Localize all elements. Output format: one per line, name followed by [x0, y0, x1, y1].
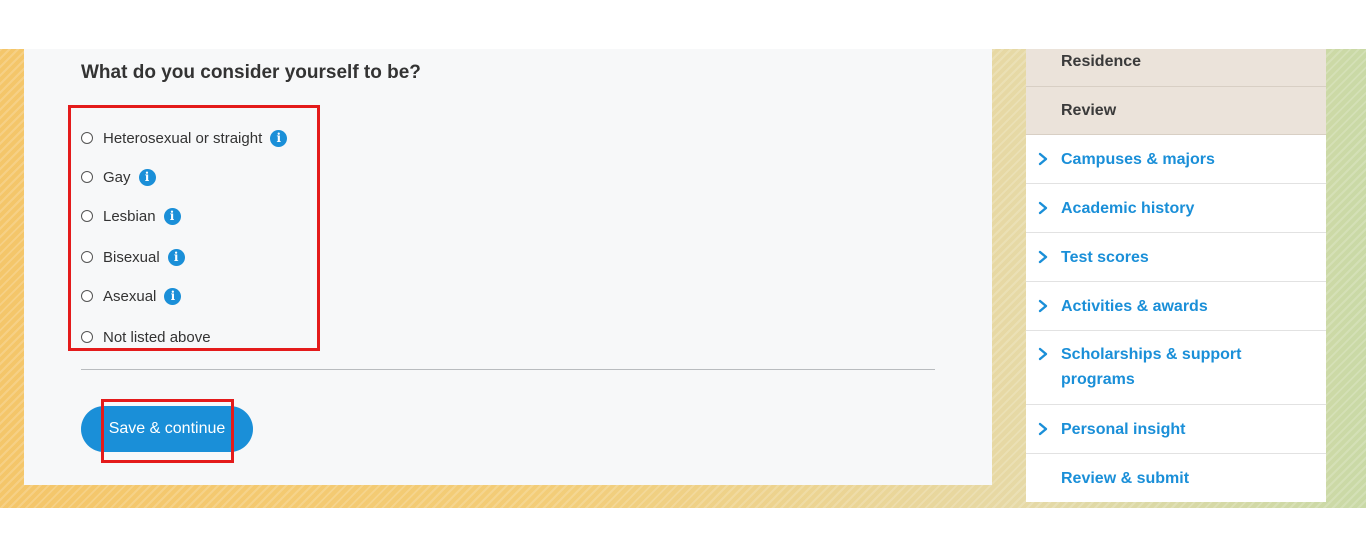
button-highlight-box — [101, 399, 234, 463]
sidebar-item-residence[interactable]: Residence — [1026, 49, 1326, 87]
chevron-right-icon — [1038, 250, 1048, 264]
chevron-right-icon — [1038, 422, 1048, 436]
sidebar-item-label: Activities & awards — [1061, 298, 1208, 315]
sidebar-item-label: Review — [1061, 102, 1117, 119]
sidebar-item-test-scores[interactable]: Test scores — [1026, 233, 1326, 282]
sidebar-item-label: Review & submit — [1061, 470, 1190, 487]
sidebar-nav: Residence Review Campuses & majors Acade… — [1026, 49, 1326, 502]
sidebar-item-review[interactable]: Review — [1026, 87, 1326, 135]
question-title: What do you consider yourself to be? — [81, 62, 421, 83]
sidebar-item-personal-insight[interactable]: Personal insight — [1026, 405, 1326, 454]
chevron-right-icon — [1038, 152, 1048, 166]
sidebar-item-label: Academic history — [1061, 200, 1195, 217]
sidebar-item-label: Test scores — [1061, 249, 1149, 266]
sidebar-item-review-submit[interactable]: Review & submit — [1026, 454, 1326, 502]
sidebar-item-label: Residence — [1061, 53, 1142, 70]
chevron-right-icon — [1038, 347, 1048, 361]
sidebar-item-activities-awards[interactable]: Activities & awards — [1026, 282, 1326, 331]
sidebar-item-label: Personal insight — [1061, 421, 1186, 438]
divider — [81, 369, 935, 370]
sidebar-item-label: Campuses & majors — [1061, 151, 1215, 168]
sidebar-item-label-line2: programs — [1061, 371, 1135, 388]
chevron-right-icon — [1038, 299, 1048, 313]
chevron-right-icon — [1038, 201, 1048, 215]
sidebar-item-scholarships-support[interactable]: Scholarships & support programs — [1026, 331, 1326, 405]
sidebar-item-academic-history[interactable]: Academic history — [1026, 184, 1326, 233]
sidebar-item-label-line1: Scholarships & support — [1061, 346, 1242, 363]
options-highlight-box — [68, 105, 320, 351]
sidebar-item-campuses-majors[interactable]: Campuses & majors — [1026, 135, 1326, 184]
